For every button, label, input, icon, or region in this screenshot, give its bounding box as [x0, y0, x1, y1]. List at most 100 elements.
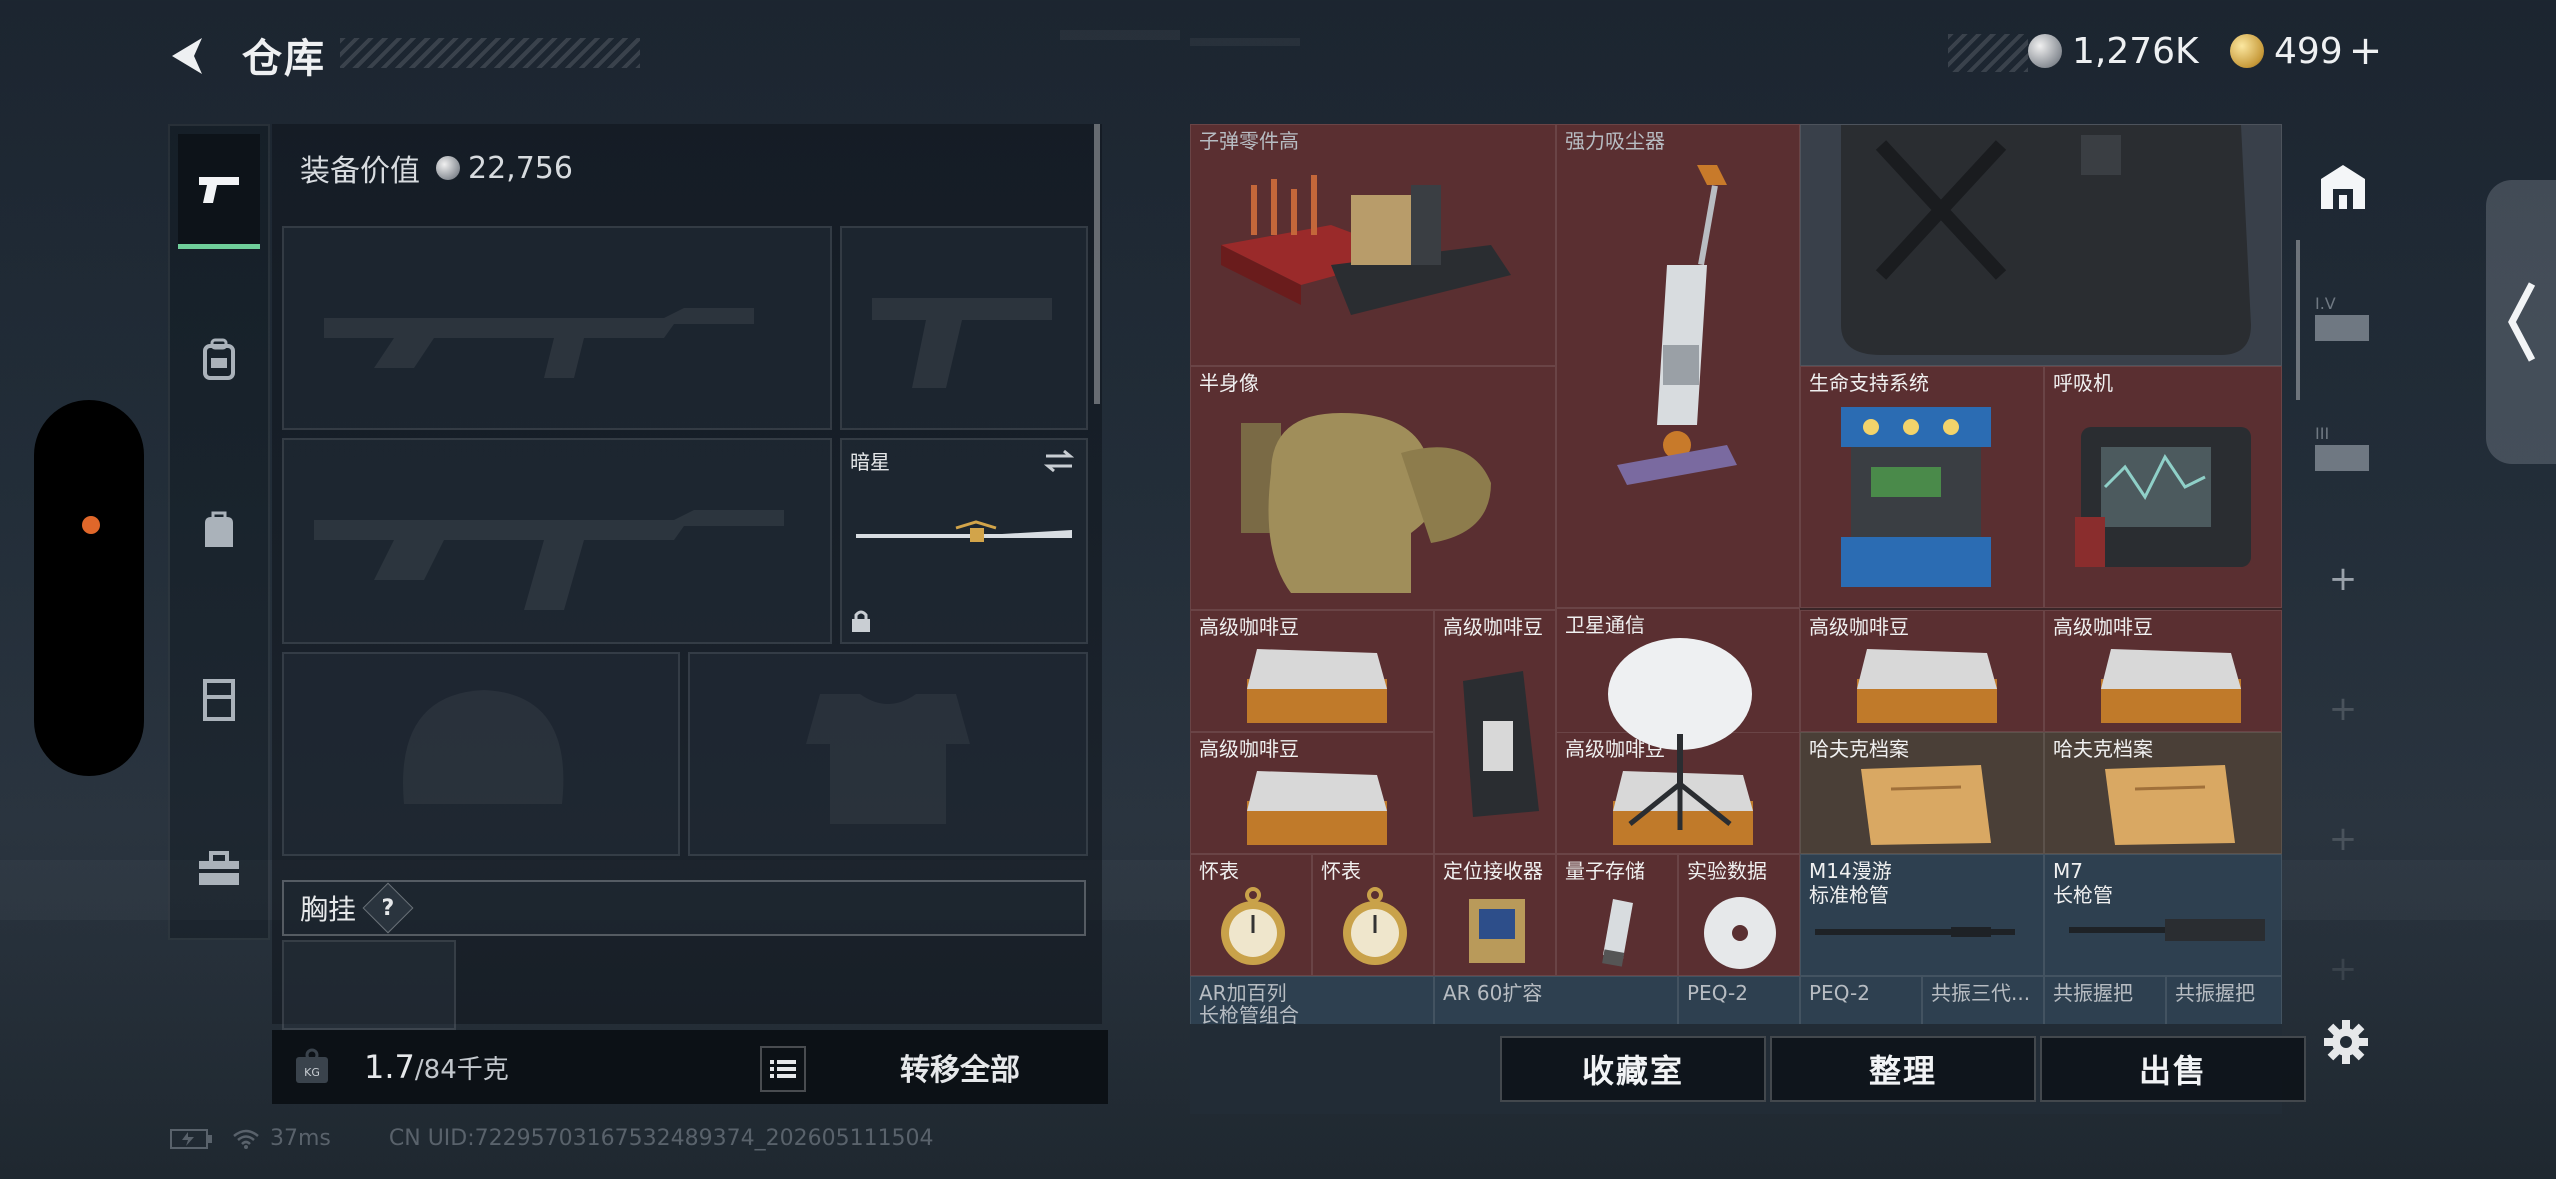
coffee-bean-icon: [2101, 649, 2241, 723]
category-rail: [168, 124, 270, 940]
stash-item-ventilator[interactable]: 呼吸机: [2044, 366, 2282, 608]
category-rig[interactable]: [178, 644, 260, 754]
settings-button[interactable]: [2322, 1018, 2370, 1070]
side-drawer-handle[interactable]: [2486, 180, 2556, 464]
add-tab-icon: +: [2328, 689, 2358, 729]
pistol-icon: [199, 177, 239, 203]
stash-item-quantum-storage[interactable]: 量子存储: [1556, 854, 1678, 976]
chevron-left-icon: [2508, 282, 2536, 362]
sort-button[interactable]: 整理: [1770, 1036, 2036, 1102]
sell-button[interactable]: 出售: [2040, 1036, 2306, 1102]
stash-tab-main[interactable]: [2298, 132, 2388, 242]
list-view-button[interactable]: [760, 1046, 806, 1092]
back-button[interactable]: [162, 30, 214, 82]
lock-icon: [852, 610, 870, 632]
add-stash-tab-3[interactable]: +: [2298, 784, 2388, 894]
stash-item-m14-barrel[interactable]: M14漫游 标准枪管: [1800, 854, 2044, 976]
coffee-bean-icon: [1247, 771, 1387, 845]
gold-add-button[interactable]: +: [2349, 28, 2383, 74]
equipment-value: 装备价值 22,756: [300, 146, 573, 190]
silver-currency[interactable]: 1,276K: [2028, 28, 2199, 74]
ventilator-icon: [2075, 427, 2251, 567]
stash-item-bust[interactable]: 半身像: [1190, 366, 1556, 610]
stash-item-coffee-2[interactable]: 高级咖啡豆: [1434, 610, 1556, 854]
backpack-icon: [203, 338, 235, 380]
stash-item-life-support[interactable]: 生命支持系统: [1800, 366, 2044, 608]
secondary-weapon-slot[interactable]: [840, 226, 1088, 430]
rifle-silhouette-icon: [324, 308, 754, 378]
add-stash-tab-2[interactable]: +: [2298, 654, 2388, 764]
gold-coin-icon: [2230, 34, 2264, 68]
pocket-watch-icon: [1221, 887, 1285, 965]
armor-slot[interactable]: [688, 652, 1088, 856]
currency-decoration: [1948, 34, 2028, 72]
gear-icon: [2324, 1020, 2368, 1064]
category-weapons[interactable]: [178, 134, 260, 249]
barrel-icon: [2069, 919, 2265, 941]
locator-receiver-icon: [1469, 899, 1525, 963]
stash-item-pocket-watch-2[interactable]: 怀表: [1312, 854, 1434, 976]
stash-item-coffee-1[interactable]: 高级咖啡豆: [1190, 610, 1434, 732]
add-stash-tab-1[interactable]: +: [2298, 524, 2388, 634]
stash-item-coffee-4[interactable]: 高级咖啡豆: [2044, 610, 2282, 732]
gold-currency[interactable]: 499 +: [2230, 28, 2382, 74]
stash-item-m7-barrel[interactable]: M7 长枪管: [2044, 854, 2282, 976]
category-tools[interactable]: [178, 814, 260, 924]
loadout-scrollbar[interactable]: [1094, 124, 1100, 404]
chest-rig-slot[interactable]: 胸挂 ?: [282, 880, 1086, 936]
uid-text: CN UID:72295703167532489374_202605111504: [388, 1126, 934, 1151]
svg-text:III: III: [2315, 424, 2329, 443]
stash-item-coffee-5[interactable]: 高级咖啡豆: [1190, 732, 1434, 854]
help-icon[interactable]: ?: [362, 882, 414, 934]
melee-weapon-name: 暗星: [850, 450, 890, 474]
page-title: 仓库: [242, 36, 326, 82]
stash-item-resonance-grip-2[interactable]: 共振握把: [2166, 976, 2282, 1024]
life-support-icon: [1841, 407, 1991, 587]
transfer-all-button[interactable]: 转移全部: [812, 1030, 1108, 1104]
usb-drive-icon: [1602, 899, 1633, 967]
helmet-slot[interactable]: [282, 652, 680, 856]
stash-tab-iii[interactable]: III: [2298, 394, 2388, 504]
add-stash-tab-4[interactable]: +: [2298, 914, 2388, 1024]
backpack-slot[interactable]: [282, 940, 456, 1030]
stash-item-ammo-parts[interactable]: 子弹零件高: [1190, 124, 1556, 366]
second-primary-weapon-slot[interactable]: [282, 438, 832, 644]
collection-room-button[interactable]: 收藏室: [1500, 1036, 1766, 1102]
stash-item-coffee-3[interactable]: 高级咖啡豆: [1800, 610, 2044, 732]
gold-amount: 499: [2274, 30, 2343, 72]
svg-text:KG: KG: [304, 1066, 320, 1079]
category-backpack[interactable]: [178, 304, 260, 414]
battery-icon: [170, 1128, 212, 1149]
swap-icon[interactable]: [1042, 448, 1076, 474]
satellite-dish-icon: [1608, 638, 1752, 830]
stash-item-experiment-data[interactable]: 实验数据: [1678, 854, 1800, 976]
stash-item-jerrycan[interactable]: [1800, 124, 2282, 366]
vacuum-icon: [1617, 165, 1737, 485]
svg-text:I.V: I.V: [2315, 294, 2336, 313]
stash-item-peq2-2[interactable]: PEQ-2: [1800, 976, 1922, 1024]
stash-item-ar-barrel-combo[interactable]: AR加百列 长枪管组合: [1190, 976, 1434, 1024]
stash-tab-rail: I.V III + + + +: [2298, 124, 2388, 1024]
stash-item-resonance-grip-1[interactable]: 共振握把: [2044, 976, 2166, 1024]
stash-item-locator[interactable]: 定位接收器: [1434, 854, 1556, 976]
floating-assist-pill[interactable]: [34, 400, 144, 776]
stash-item-pocket-watch-1[interactable]: 怀表: [1190, 854, 1312, 976]
weight-max: /84千克: [414, 1054, 509, 1085]
helmet-silhouette-icon: [403, 690, 564, 804]
stash-item-peq2-1[interactable]: PEQ-2: [1678, 976, 1800, 1024]
stash-item-ar60-mag[interactable]: AR 60扩容: [1434, 976, 1678, 1024]
melee-weapon-slot[interactable]: 暗星: [840, 438, 1088, 644]
stash-item-resonance-foregrip-3[interactable]: 共振三代...: [1922, 976, 2044, 1024]
silver-coin-icon: [2028, 34, 2062, 68]
stash-tab-iv[interactable]: I.V: [2298, 264, 2388, 374]
category-bag[interactable]: [178, 474, 260, 584]
stash-main-icon: [2321, 165, 2365, 209]
disc-icon: [1704, 897, 1776, 969]
stash-item-vacuum[interactable]: 强力吸尘器: [1556, 124, 1800, 608]
primary-weapon-slot[interactable]: [282, 226, 832, 430]
coffee-bean-icon: [1247, 649, 1387, 723]
stash-item-haffk-file-1[interactable]: 哈夫克档案: [1800, 732, 2044, 854]
document-folder-icon: [2105, 765, 2235, 845]
chest-rig-label: 胸挂: [300, 893, 357, 926]
stash-item-haffk-file-2[interactable]: 哈夫克档案: [2044, 732, 2282, 854]
